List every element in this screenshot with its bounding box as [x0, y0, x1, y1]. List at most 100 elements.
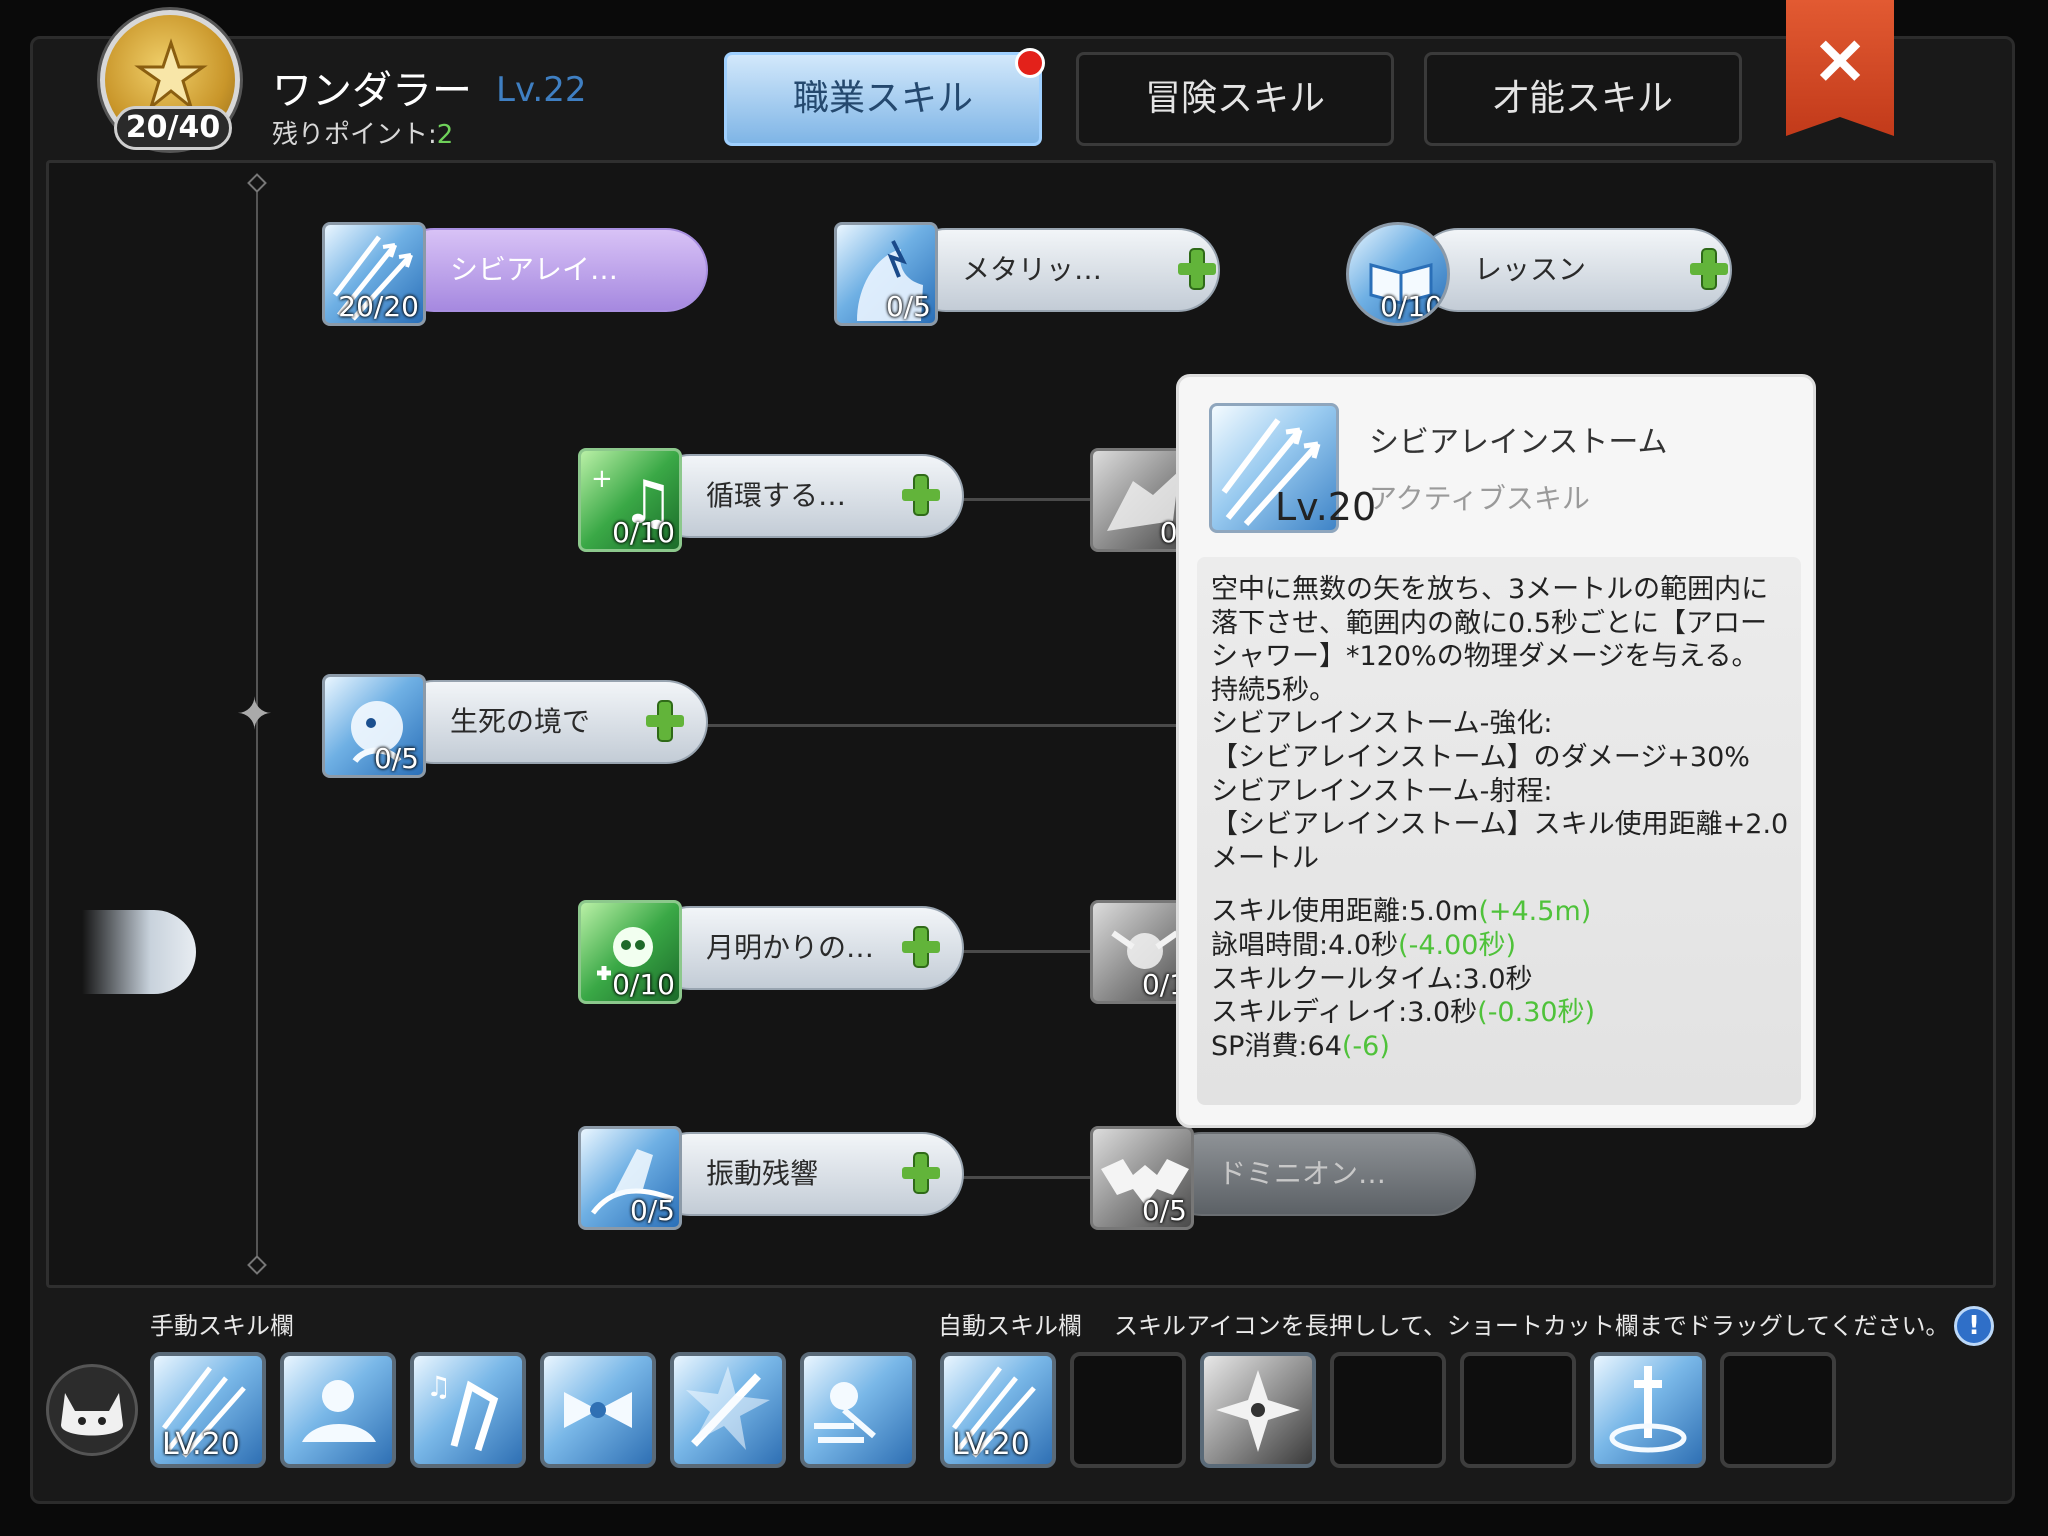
- info-icon[interactable]: !: [1954, 1306, 1994, 1346]
- skill-node-severe-rain[interactable]: 20/20 シビアレイ…: [322, 222, 708, 326]
- description-line: メートル: [1211, 842, 1319, 874]
- tab-adventure-skills[interactable]: 冒険スキル: [1076, 52, 1394, 146]
- manual-slot-4[interactable]: [540, 1352, 656, 1468]
- skill-count: 0/5: [1141, 1194, 1187, 1227]
- skill-count: 20/20: [338, 290, 419, 323]
- arrow-storm-icon: 20/20: [322, 222, 426, 326]
- drag-hint: スキルアイコンを長押しして、ショートカット欄までドラッグしてください。: [1114, 1312, 1950, 1340]
- manual-slot-1[interactable]: LV.20: [150, 1352, 266, 1468]
- tree-connector: [962, 950, 1096, 953]
- rest-icon: [302, 1380, 376, 1442]
- skill-label: ドミニオン…: [1218, 1157, 1387, 1190]
- job-level: Lv.22: [496, 70, 587, 110]
- skill-label: 生死の境で: [450, 705, 591, 738]
- description-line: 空中に無数の矢を放ち、3メートルの範囲内に: [1211, 574, 1769, 605]
- description-line: シャワー】*120%の物理ダメージを与える。: [1211, 641, 1759, 673]
- stat-bonus: (-4.00秒): [1398, 929, 1516, 961]
- slot-level: LV.20: [952, 1427, 1030, 1462]
- skill-node-vibration[interactable]: 0/5 振動残響: [578, 1126, 964, 1230]
- stat-line: スキルディレイ:3.0秒(-0.30秒): [1211, 996, 1787, 1030]
- spirit-icon: 0/5: [322, 674, 426, 778]
- skill-count: 0/5: [885, 290, 931, 323]
- tab-job-skills[interactable]: 職業スキル: [724, 52, 1042, 146]
- svg-text:+: +: [591, 464, 613, 494]
- notification-dot: [1015, 48, 1045, 78]
- partial-skill-node[interactable]: [82, 910, 196, 994]
- add-point-button[interactable]: [900, 474, 942, 516]
- auto-slot-2[interactable]: [1070, 1352, 1186, 1468]
- auto-slot-7[interactable]: [1720, 1352, 1836, 1468]
- description-line: 落下させ、範囲内の敵に0.5秒ごとに【アロー: [1211, 607, 1767, 639]
- skill-label: 振動残響: [706, 1157, 819, 1190]
- svg-text:♫: ♫: [426, 1370, 451, 1403]
- close-icon: ✕: [1813, 26, 1867, 98]
- tooltip-description: 空中に無数の矢を放ち、3メートルの範囲内に 落下させ、範囲内の敵に0.5秒ごとに…: [1197, 557, 1801, 1105]
- add-point-button[interactable]: [1688, 248, 1730, 290]
- skill-node-moonlight[interactable]: 0/10 月明かりの…: [578, 900, 964, 1004]
- skill-label: 月明かりの…: [706, 931, 875, 964]
- axis-star-icon: ✦: [236, 689, 273, 740]
- lesson-book-icon: 0/10: [1346, 222, 1450, 326]
- description-line: シビアレインストーム-射程:: [1211, 775, 1553, 807]
- stat-bonus: (-0.30秒): [1477, 997, 1596, 1029]
- skill-detail-tooltip: Lv.20 シビアレインストーム アクティブスキル 空中に無数の矢を放ち、3メー…: [1176, 374, 1816, 1128]
- tree-connector: [962, 1176, 1096, 1179]
- bow-ribbon-icon: [564, 1392, 632, 1428]
- stat-line: スキルクールタイム:3.0秒: [1211, 963, 1787, 997]
- skill-node-cycle[interactable]: ♫ + 0/10 循環する…: [578, 448, 964, 552]
- tooltip-skill-level: Lv.20: [1275, 485, 1377, 529]
- add-point-button[interactable]: [900, 1152, 942, 1194]
- metallic-voice-icon: 0/5: [834, 222, 938, 326]
- stat-line: SP消費:64(-6): [1211, 1030, 1787, 1064]
- music-note-icon: ♫ + 0/10: [578, 448, 682, 552]
- job-name: ワンダラー: [272, 68, 472, 114]
- manual-skill-bar-label: 手動スキル欄: [150, 1312, 294, 1340]
- skill-label: メタリッ…: [962, 253, 1103, 286]
- skill-node-dominion[interactable]: 0/5 ドミニオン…: [1090, 1126, 1476, 1230]
- description-line: 持続5秒。: [1211, 674, 1337, 706]
- bat-icon: 0/5: [1090, 1126, 1194, 1230]
- stat-line: 詠唱時間:4.0秒(-4.00秒): [1211, 929, 1787, 963]
- skill-count: 0/10: [1380, 290, 1443, 323]
- dance-icon: ♫: [426, 1370, 499, 1452]
- add-point-button[interactable]: [900, 926, 942, 968]
- slot-level: LV.20: [162, 1427, 240, 1462]
- skill-node-metallic[interactable]: 0/5 メタリッ…: [834, 222, 1220, 326]
- skill-count: 0/10: [612, 968, 675, 1001]
- tree-connector: [706, 724, 1176, 727]
- auto-slot-5[interactable]: [1460, 1352, 1576, 1468]
- auto-slot-4[interactable]: [1330, 1352, 1446, 1468]
- vibration-icon: 0/5: [578, 1126, 682, 1230]
- stat-bonus: (+4.5m): [1478, 896, 1592, 928]
- manual-slot-6[interactable]: [800, 1352, 916, 1468]
- tab-talent-skills[interactable]: 才能スキル: [1424, 52, 1742, 146]
- stat-label: スキルクールタイム:3.0秒: [1211, 963, 1533, 995]
- skill-node-life-death[interactable]: 0/5 生死の境で: [322, 674, 708, 778]
- skill-count: 0/10: [612, 516, 675, 549]
- remaining-points-label: 残りポイント:: [272, 120, 437, 150]
- skull-music-icon: 0/10: [578, 900, 682, 1004]
- manual-slot-5[interactable]: [670, 1352, 786, 1468]
- manual-slot-2[interactable]: [280, 1352, 396, 1468]
- description-line: 【シビアレインストーム】スキル使用距離+2.0: [1211, 809, 1789, 841]
- skill-label: レッスン: [1474, 253, 1587, 286]
- description-line: 【シビアレインストーム】のダメージ+30%: [1211, 741, 1750, 773]
- stat-line: スキル使用距離:5.0m(+4.5m): [1211, 895, 1787, 929]
- sword-aura-icon: [1609, 1366, 1687, 1453]
- auto-slot-3[interactable]: [1200, 1352, 1316, 1468]
- auto-slot-6[interactable]: [1590, 1352, 1706, 1468]
- stat-bonus: (-6): [1341, 1030, 1390, 1062]
- stat-label: 詠唱時間:4.0秒: [1211, 929, 1399, 961]
- manual-slot-3[interactable]: ♫: [410, 1352, 526, 1468]
- skill-label: シビアレイ…: [450, 253, 619, 286]
- stat-label: SP消費:64: [1211, 1030, 1342, 1062]
- stat-label: スキル使用距離:5.0m: [1211, 896, 1479, 928]
- add-point-button[interactable]: [1176, 248, 1218, 290]
- add-point-button[interactable]: [644, 700, 686, 742]
- tooltip-skill-type: アクティブスキル: [1369, 482, 1590, 515]
- skill-node-lesson[interactable]: 0/10 レッスン: [1346, 222, 1732, 326]
- close-button[interactable]: ✕: [1786, 0, 1894, 136]
- skill-count: 0/5: [373, 742, 419, 775]
- auto-slot-1[interactable]: LV.20: [940, 1352, 1056, 1468]
- pet-cat-button[interactable]: [46, 1364, 138, 1456]
